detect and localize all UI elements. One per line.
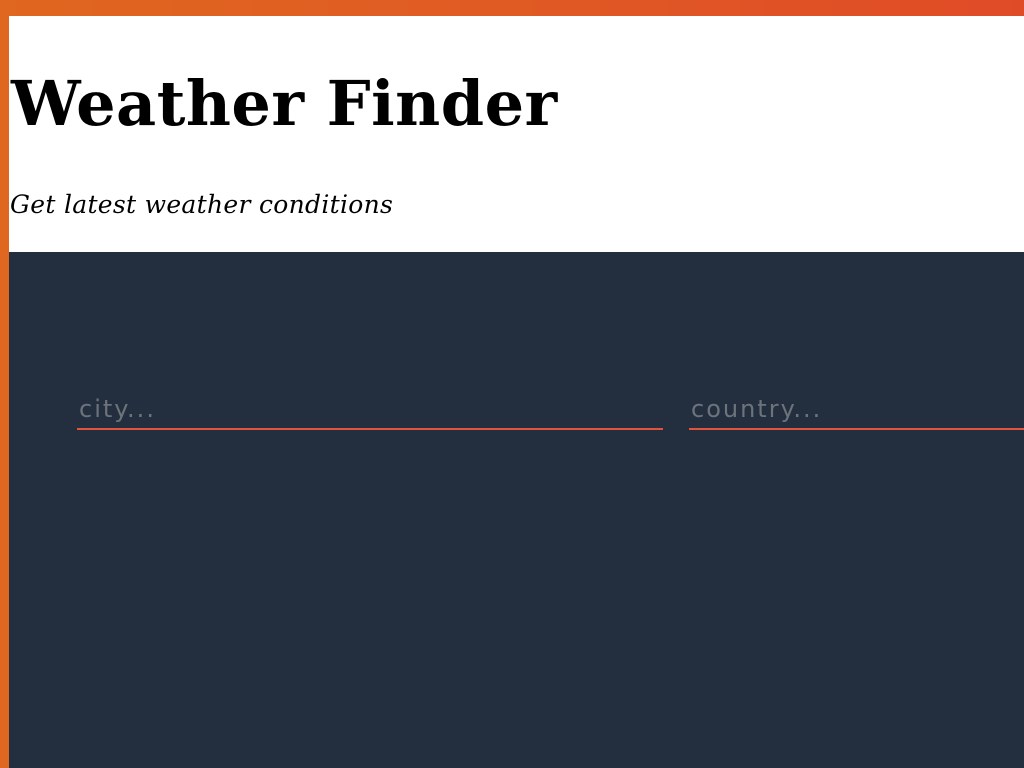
page-subtitle: Get latest weather conditions — [10, 190, 394, 219]
page-title: Weather Finder — [11, 67, 558, 140]
title-panel: Weather Finder Get latest weather condit… — [9, 16, 1024, 252]
country-input[interactable] — [689, 386, 1024, 430]
city-input[interactable] — [77, 386, 663, 430]
form-panel — [9, 252, 1024, 768]
app-container: Weather Finder Get latest weather condit… — [9, 16, 1024, 768]
